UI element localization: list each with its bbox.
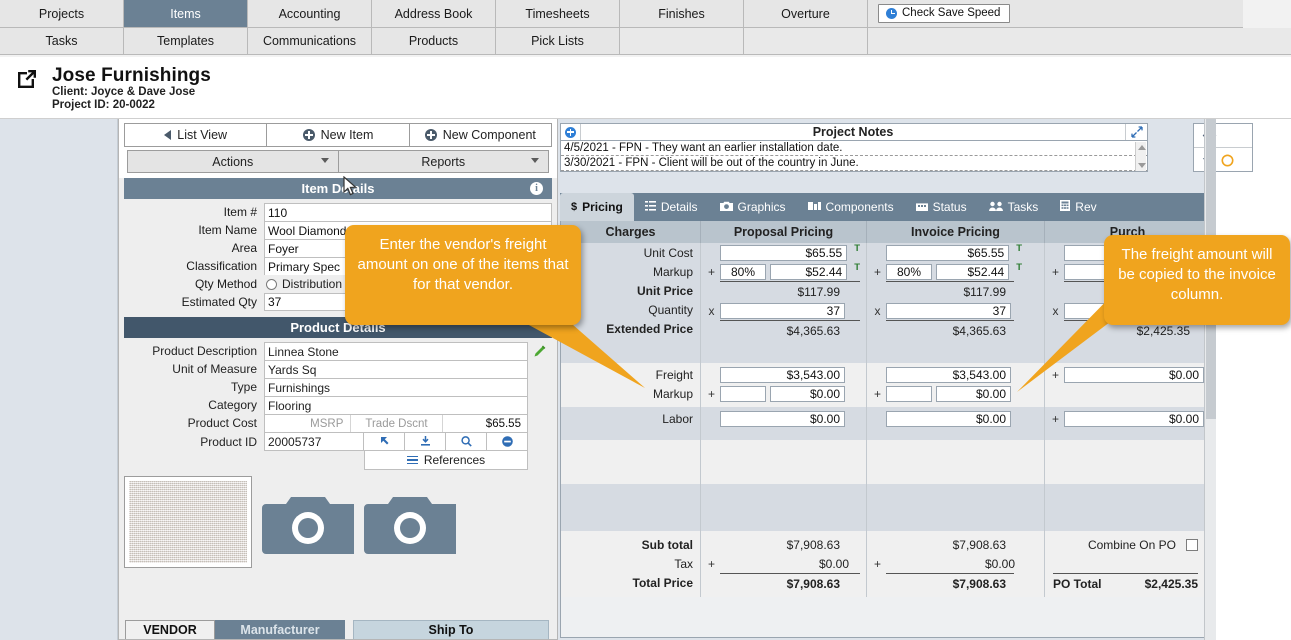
mouse-cursor-icon bbox=[343, 176, 358, 196]
callout-arrows bbox=[516, 283, 1124, 392]
callout-right: The freight amount will be copied to the… bbox=[1104, 235, 1290, 325]
callout-left: Enter the vendor's freight amount on one… bbox=[345, 225, 581, 325]
